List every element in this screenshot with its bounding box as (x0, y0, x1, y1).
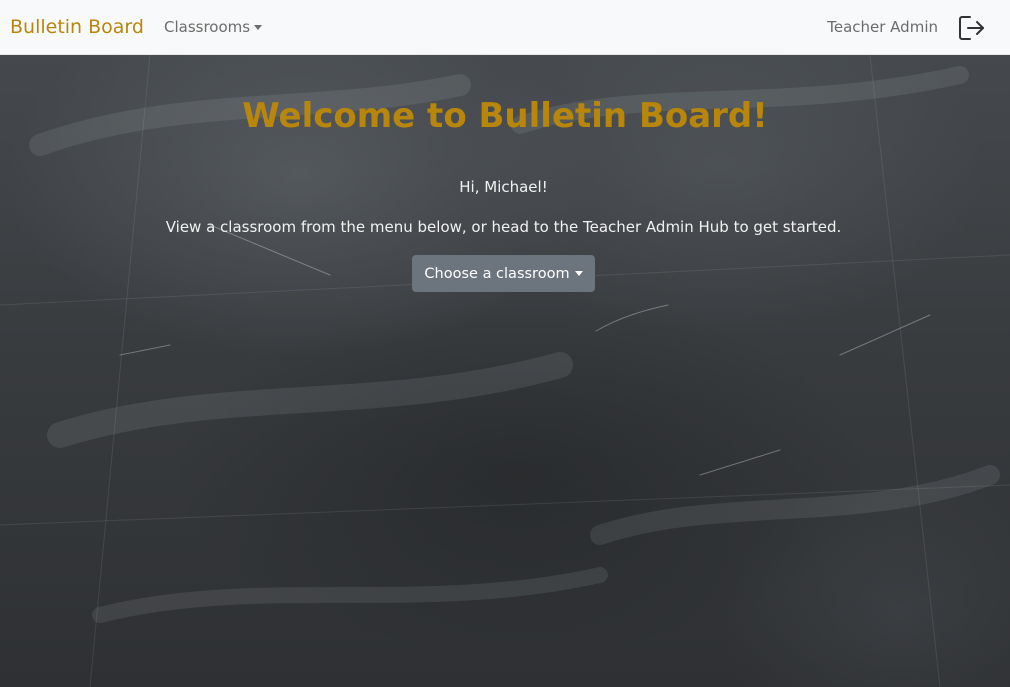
instructions-text: View a classroom from the menu below, or… (165, 218, 842, 236)
logout-icon (959, 16, 984, 40)
brand-link[interactable]: Bulletin Board (10, 14, 144, 40)
chalkboard-main: Welcome to Bulletin Board! Hi, Michael! … (0, 55, 1010, 687)
classrooms-dropdown-label: Classrooms (164, 18, 251, 36)
page-title: Welcome to Bulletin Board! (242, 96, 768, 136)
chalkboard-texture (0, 55, 1010, 687)
greeting-text: Hi, Michael! (459, 178, 548, 196)
caret-down-icon (254, 24, 263, 30)
classrooms-dropdown[interactable]: Classrooms (164, 17, 263, 37)
choose-classroom-label: Choose a classroom (424, 265, 570, 282)
top-navbar: Bulletin Board Classrooms Teacher Admin (0, 0, 1010, 55)
teacher-admin-link[interactable]: Teacher Admin (827, 17, 938, 37)
logout-button[interactable] (957, 14, 987, 42)
choose-classroom-button[interactable]: Choose a classroom (412, 255, 595, 292)
caret-down-icon (574, 271, 583, 276)
